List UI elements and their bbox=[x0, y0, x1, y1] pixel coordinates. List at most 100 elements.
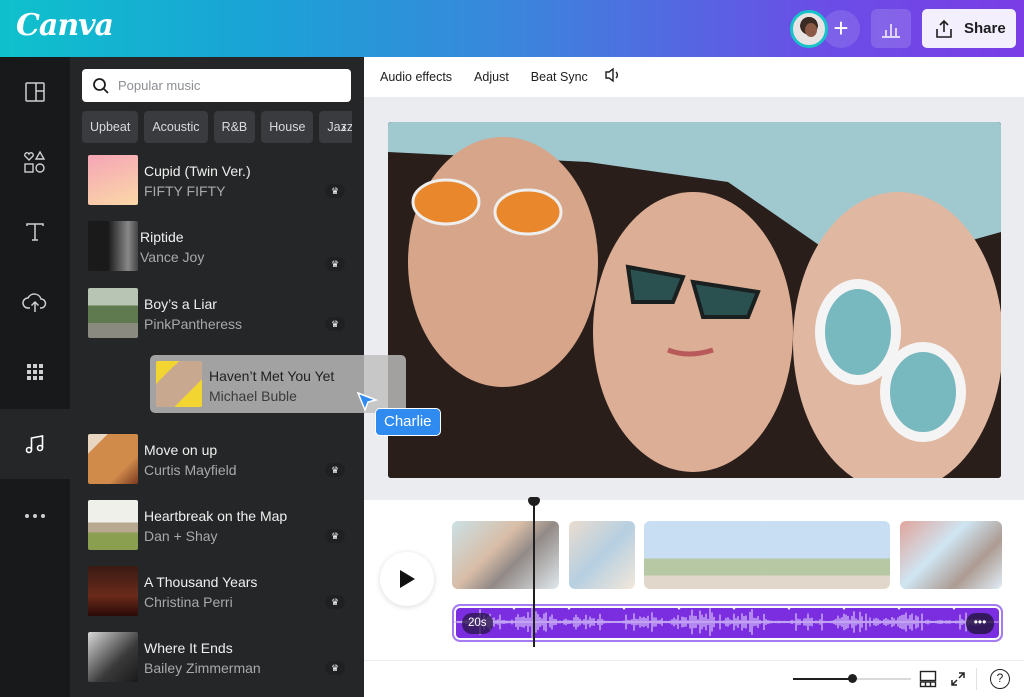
track-title: Riptide bbox=[140, 229, 184, 245]
track-title: Move on up bbox=[144, 442, 218, 458]
track-artist: Vance Joy bbox=[140, 249, 205, 265]
track-artist: Michael Buble bbox=[209, 388, 297, 404]
video-clip[interactable] bbox=[569, 521, 635, 589]
beat-marker bbox=[621, 606, 627, 610]
chip-acoustic[interactable]: Acoustic bbox=[144, 111, 208, 143]
volume-button[interactable] bbox=[604, 67, 622, 88]
left-rail bbox=[0, 57, 70, 697]
play-icon bbox=[400, 570, 415, 588]
zoom-slider-fill bbox=[793, 678, 852, 680]
avatar[interactable] bbox=[790, 10, 828, 48]
track-item[interactable]: Heartbreak on the Map Dan + Shay ♛ bbox=[88, 500, 352, 550]
track-artist: Christina Perri bbox=[144, 594, 233, 610]
track-artist: Bailey Zimmerman bbox=[144, 660, 261, 676]
cloud-upload-icon bbox=[22, 293, 47, 312]
volume-icon bbox=[605, 67, 618, 82]
beat-marker bbox=[566, 606, 572, 610]
upload-icon bbox=[936, 19, 952, 38]
fullscreen-icon[interactable] bbox=[950, 671, 966, 687]
chip-jazz[interactable]: Jazz bbox=[319, 111, 352, 143]
crown-icon: ♛ bbox=[325, 184, 345, 198]
beat-marker bbox=[896, 606, 902, 610]
canvas-photo[interactable] bbox=[388, 122, 1001, 478]
top-bar: Canva + Share bbox=[0, 0, 1024, 57]
rail-item-design[interactable] bbox=[0, 57, 70, 127]
track-item[interactable]: Where It Ends Bailey Zimmerman ♛ bbox=[88, 632, 352, 682]
track-item[interactable]: Riptide Vance Joy ♛ bbox=[88, 221, 352, 271]
more-icon bbox=[25, 514, 45, 518]
rail-item-more[interactable] bbox=[0, 481, 70, 551]
track-item[interactable]: A Thousand Years Christina Perri ♛ bbox=[88, 566, 352, 616]
album-art bbox=[88, 632, 138, 682]
album-art bbox=[88, 434, 138, 484]
rail-item-apps[interactable] bbox=[0, 337, 70, 407]
rail-item-text[interactable] bbox=[0, 197, 70, 267]
rail-item-audio[interactable] bbox=[0, 409, 70, 479]
track-item[interactable]: Move on up Curtis Mayfield ♛ bbox=[88, 434, 352, 484]
album-art bbox=[156, 361, 202, 407]
track-title: Where It Ends bbox=[144, 640, 233, 656]
chip-upbeat[interactable]: Upbeat bbox=[82, 111, 139, 143]
album-art bbox=[88, 288, 138, 338]
track-artist: PinkPantheress bbox=[144, 316, 243, 332]
track-item[interactable]: Cupid (Twin Ver.) FIFTY FIFTY ♛ bbox=[88, 155, 352, 205]
divider bbox=[976, 668, 977, 690]
photo-three-friends bbox=[388, 122, 1001, 478]
audio-effects-button[interactable]: Audio effects bbox=[380, 70, 452, 84]
track-title: Boy’s a Liar bbox=[144, 296, 217, 312]
crown-icon: ♛ bbox=[325, 529, 345, 543]
share-label: Share bbox=[964, 20, 1006, 37]
text-icon bbox=[26, 223, 44, 241]
album-art bbox=[88, 155, 138, 205]
track-title: Cupid (Twin Ver.) bbox=[144, 163, 251, 179]
insights-button[interactable] bbox=[871, 9, 911, 48]
search-placeholder: Popular music bbox=[118, 78, 201, 93]
chip-rnb[interactable]: R&B bbox=[213, 111, 256, 143]
video-clip[interactable] bbox=[452, 521, 559, 589]
playhead[interactable] bbox=[533, 503, 535, 647]
search-input[interactable]: Popular music bbox=[82, 69, 351, 102]
rail-item-elements[interactable] bbox=[0, 127, 70, 197]
video-clip[interactable] bbox=[900, 521, 1002, 589]
crown-icon: ♛ bbox=[325, 463, 345, 477]
zoom-slider-knob[interactable] bbox=[848, 674, 857, 683]
audio-toolbar: Audio effects Adjust Beat Sync bbox=[364, 57, 1024, 97]
track-title: A Thousand Years bbox=[144, 574, 258, 590]
crown-icon: ♛ bbox=[325, 257, 345, 271]
share-button[interactable]: Share bbox=[922, 9, 1016, 48]
track-artist: Dan + Shay bbox=[144, 528, 218, 544]
plus-icon: + bbox=[833, 13, 849, 43]
crown-icon: ♛ bbox=[325, 317, 345, 331]
grid-view-icon[interactable] bbox=[919, 670, 937, 688]
bar-chart-icon bbox=[882, 24, 900, 38]
album-art bbox=[88, 500, 138, 550]
beat-marker bbox=[731, 606, 737, 610]
track-artist: FIFTY FIFTY bbox=[144, 183, 226, 199]
help-button[interactable]: ? bbox=[990, 669, 1010, 689]
rail-item-uploads[interactable] bbox=[0, 267, 70, 337]
beat-marker bbox=[676, 606, 682, 610]
beat-marker bbox=[786, 606, 792, 610]
shapes-icon bbox=[24, 150, 46, 173]
adjust-button[interactable]: Adjust bbox=[474, 70, 509, 84]
layout-icon bbox=[25, 82, 45, 102]
crown-icon: ♛ bbox=[325, 595, 345, 609]
grid-icon bbox=[27, 364, 43, 380]
play-button[interactable] bbox=[380, 552, 434, 606]
canva-logo[interactable]: Canva bbox=[16, 8, 114, 43]
audio-more-button[interactable]: ••• bbox=[966, 613, 994, 634]
avatar-face bbox=[805, 23, 817, 37]
beat-marker bbox=[841, 606, 847, 610]
album-art bbox=[88, 566, 138, 616]
beat-marker bbox=[511, 606, 517, 610]
track-title: Haven’t Met You Yet bbox=[209, 368, 335, 384]
crown-icon: ♛ bbox=[325, 661, 345, 675]
beat-sync-button[interactable]: Beat Sync bbox=[531, 70, 588, 84]
track-title: Heartbreak on the Map bbox=[144, 508, 288, 524]
genre-chips: Upbeat Acoustic R&B House Jazz bbox=[82, 111, 352, 143]
chevron-right-icon[interactable]: › bbox=[342, 120, 346, 135]
track-item[interactable]: Boy’s a Liar PinkPantheress ♛ bbox=[88, 288, 352, 338]
video-clip[interactable] bbox=[644, 521, 890, 589]
collaborator-name-tag: Charlie bbox=[375, 408, 441, 436]
chip-house[interactable]: House bbox=[261, 111, 314, 143]
